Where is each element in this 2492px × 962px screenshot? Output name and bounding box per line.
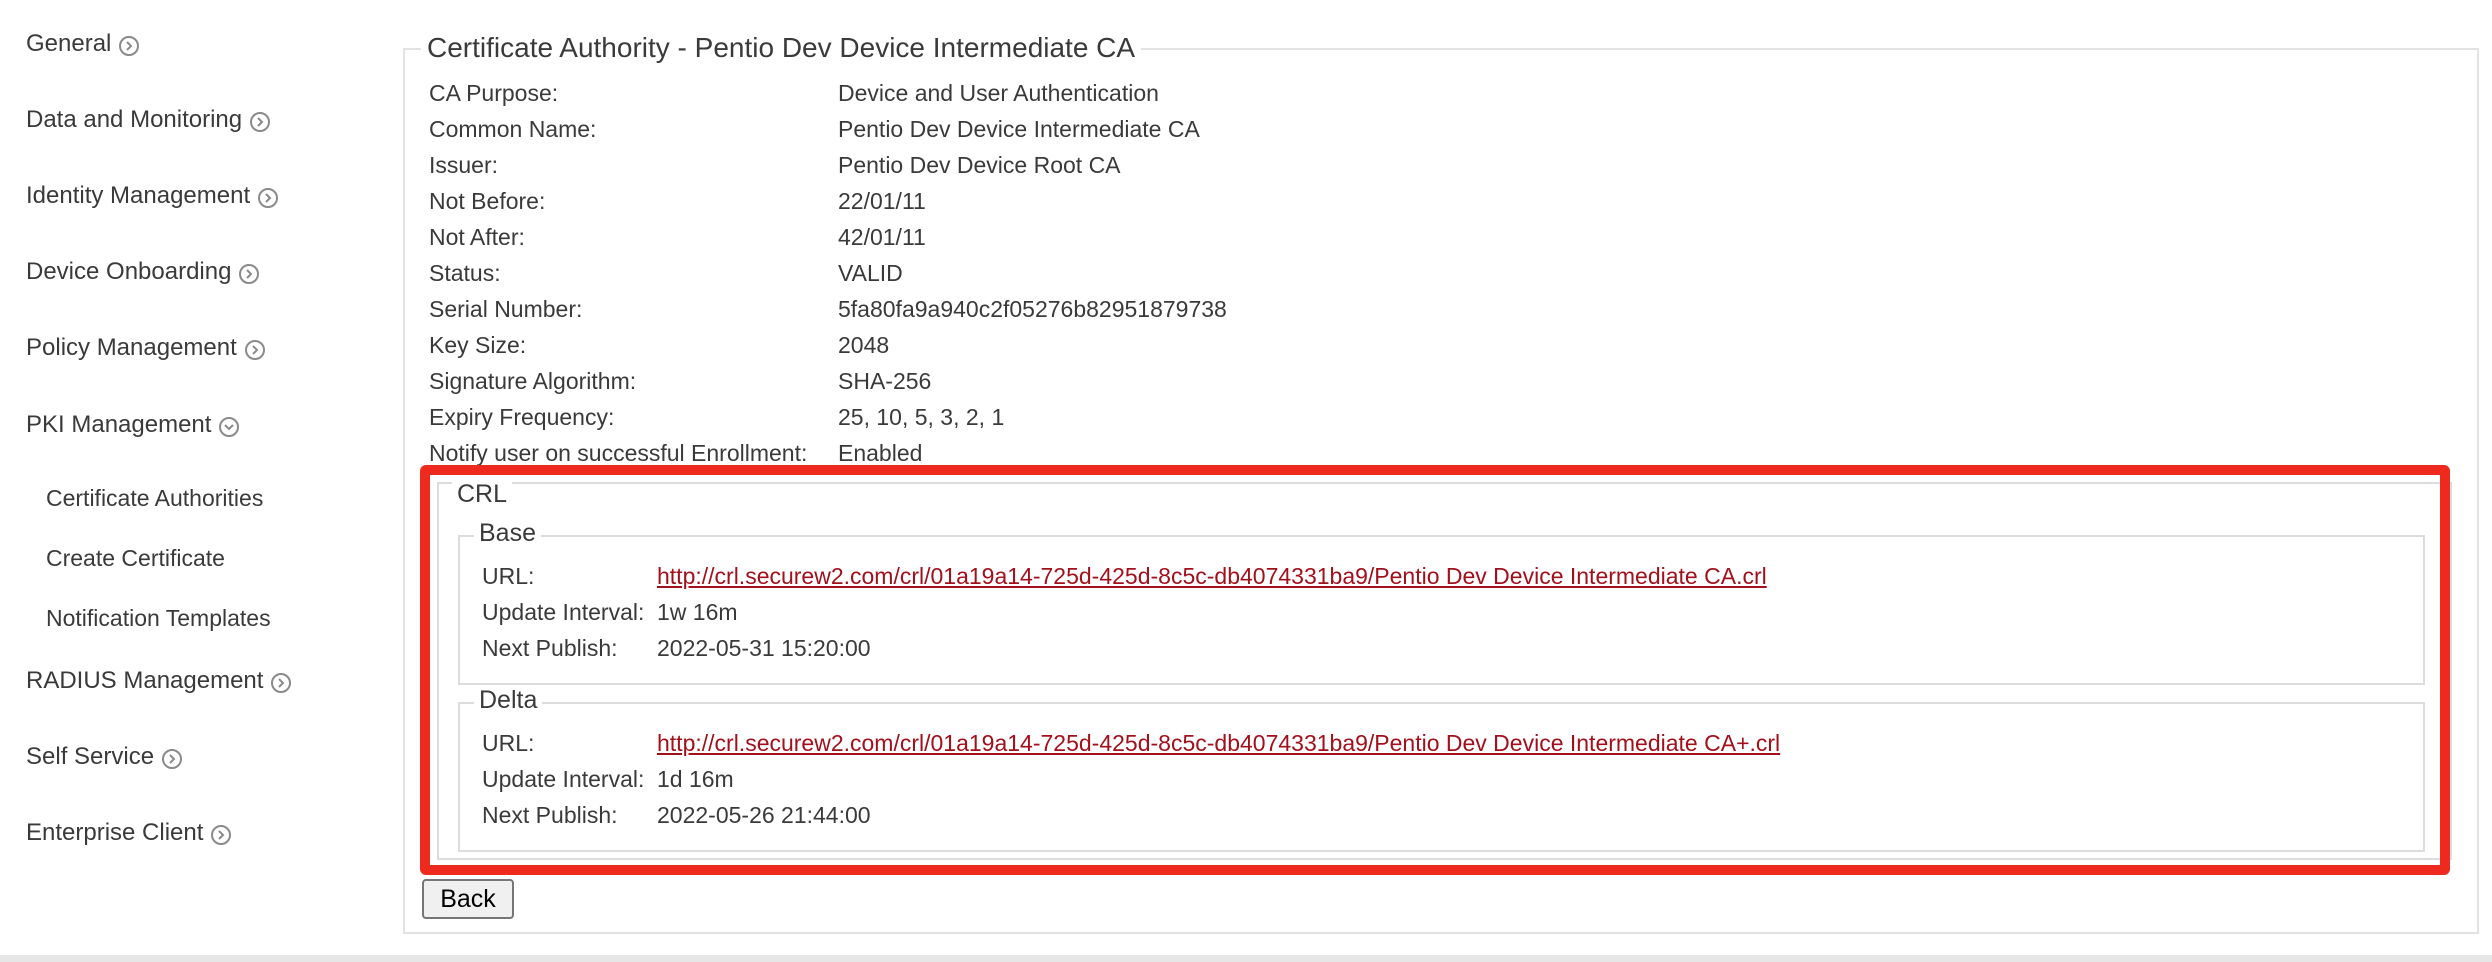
field-value-signature-algorithm: SHA-256 (838, 368, 932, 394)
crl-delta-url-label: URL: (482, 730, 535, 756)
crl-delta-publish-label: Next Publish: (482, 802, 618, 828)
field-value-key-size: 2048 (838, 332, 890, 358)
sidebar-item-general[interactable]: General (26, 30, 140, 58)
sidebar-item-policy-management[interactable]: Policy Management (26, 334, 265, 362)
sidebar-item-pki-management[interactable]: PKI Management (26, 411, 240, 439)
field-value-not-after: 42/01/11 (838, 224, 926, 250)
field-value-common-name: Pentio Dev Device Intermediate CA (838, 116, 1200, 142)
field-label-expiry-frequency: Expiry Frequency: (429, 404, 615, 430)
sidebar-item-enterprise-client[interactable]: Enterprise Client (26, 819, 232, 847)
field-value-ca-purpose: Device and User Authentication (838, 80, 1159, 106)
chevron-right-icon (250, 112, 271, 132)
field-value-notify-user: Enabled (838, 440, 923, 466)
sidebar-subitem-notification-templates[interactable]: Notification Templates (46, 605, 271, 632)
field-value-status: VALID (838, 260, 903, 286)
crl-delta-interval-value: 1d 16m (657, 766, 734, 792)
field-label-notify-user: Notify user on successful Enrollment: (429, 440, 808, 466)
chevron-right-icon (119, 36, 140, 56)
crl-base-url-label: URL: (482, 563, 535, 589)
crl-delta-panel (458, 702, 2425, 852)
chevron-right-icon (258, 188, 279, 208)
field-value-not-before: 22/01/11 (838, 188, 926, 214)
sidebar-subitem-create-certificate[interactable]: Create Certificate (46, 545, 225, 572)
field-label-key-size: Key Size: (429, 332, 527, 358)
crl-legend: CRL (452, 480, 513, 509)
sidebar-item-label: Data and Monitoring (26, 106, 243, 133)
back-button[interactable]: Back (422, 879, 514, 919)
page-title: Certificate Authority - Pentio Dev Devic… (421, 32, 1142, 64)
chevron-right-icon (244, 340, 265, 360)
crl-base-legend: Base (474, 519, 541, 548)
field-label-not-after: Not After: (429, 224, 525, 250)
bottom-divider (0, 955, 2492, 962)
crl-base-interval-value: 1w 16m (657, 599, 738, 625)
crl-base-publish-value: 2022-05-31 15:20:00 (657, 635, 871, 661)
sidebar-subitem-certificate-authorities[interactable]: Certificate Authorities (46, 485, 263, 512)
page: General Data and Monitoring Identity Man… (0, 0, 2492, 962)
field-label-not-before: Not Before: (429, 188, 546, 214)
chevron-right-icon (271, 673, 292, 693)
crl-delta-url-link[interactable]: http://crl.securew2.com/crl/01a19a14-725… (657, 730, 1780, 757)
field-label-signature-algorithm: Signature Algorithm: (429, 368, 637, 394)
chevron-down-icon (219, 417, 240, 437)
sidebar-item-label: Policy Management (26, 334, 237, 361)
sidebar-item-device-onboarding[interactable]: Device Onboarding (26, 258, 260, 286)
field-label-issuer: Issuer: (429, 152, 499, 178)
chevron-right-icon (162, 749, 183, 769)
field-label-serial-number: Serial Number: (429, 296, 583, 322)
sidebar: General Data and Monitoring Identity Man… (0, 0, 400, 962)
sidebar-item-label: General (26, 30, 112, 57)
field-value-issuer: Pentio Dev Device Root CA (838, 152, 1121, 178)
sidebar-item-identity-management[interactable]: Identity Management (26, 182, 279, 210)
crl-base-interval-label: Update Interval: (482, 599, 645, 625)
chevron-right-icon (211, 825, 232, 845)
crl-base-publish-label: Next Publish: (482, 635, 618, 661)
sidebar-item-label: PKI Management (26, 411, 212, 438)
sidebar-item-label: Identity Management (26, 182, 251, 209)
sidebar-item-self-service[interactable]: Self Service (26, 743, 183, 771)
crl-delta-publish-value: 2022-05-26 21:44:00 (657, 802, 871, 828)
crl-delta-interval-label: Update Interval: (482, 766, 645, 792)
sidebar-item-radius-management[interactable]: RADIUS Management (26, 667, 292, 695)
sidebar-item-label: RADIUS Management (26, 667, 264, 694)
sidebar-item-label: Enterprise Client (26, 819, 204, 846)
crl-base-url-link[interactable]: http://crl.securew2.com/crl/01a19a14-725… (657, 563, 1767, 590)
field-label-status: Status: (429, 260, 501, 286)
field-value-serial-number: 5fa80fa9a940c2f05276b82951879738 (838, 296, 1227, 322)
field-value-expiry-frequency: 25, 10, 5, 3, 2, 1 (838, 404, 1005, 430)
crl-base-panel (458, 535, 2425, 685)
sidebar-item-data-and-monitoring[interactable]: Data and Monitoring (26, 106, 271, 134)
sidebar-item-label: Device Onboarding (26, 258, 232, 285)
crl-delta-legend: Delta (474, 686, 543, 715)
field-label-ca-purpose: CA Purpose: (429, 80, 559, 106)
sidebar-item-label: Self Service (26, 743, 155, 770)
chevron-right-icon (239, 264, 260, 284)
field-label-common-name: Common Name: (429, 116, 597, 142)
